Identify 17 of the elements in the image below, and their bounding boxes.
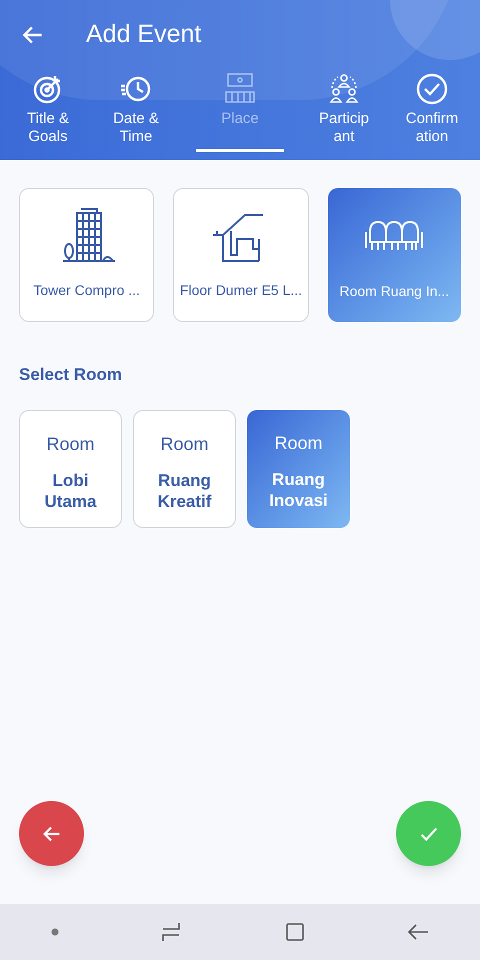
step-tab[interactable]: Title & Goals: [4, 70, 92, 152]
step-tab[interactable]: Confirm ation: [388, 70, 476, 152]
step-tab[interactable]: Place: [196, 70, 284, 152]
dot-icon: [50, 927, 60, 937]
people-icon: [327, 72, 361, 106]
place-card[interactable]: Floor Dumer E5 L...: [173, 188, 309, 322]
room-card[interactable]: Room Lobi Utama: [19, 410, 122, 528]
room-card[interactable]: Room Ruang Kreatif: [133, 410, 236, 528]
section-heading: Select Room: [18, 364, 123, 386]
screen-audience-icon: [223, 72, 257, 106]
place-card[interactable]: Room Ruang In...: [328, 188, 461, 322]
page-title: Add Event: [86, 19, 202, 50]
check-circle-icon: [415, 72, 449, 106]
step-tab[interactable]: Date & Time: [92, 70, 180, 152]
room-card[interactable]: Room Ruang Inovasi: [247, 410, 350, 528]
place-card[interactable]: Tower Compro ...: [19, 188, 154, 322]
step-tab[interactable]: Particip ant: [300, 70, 388, 152]
